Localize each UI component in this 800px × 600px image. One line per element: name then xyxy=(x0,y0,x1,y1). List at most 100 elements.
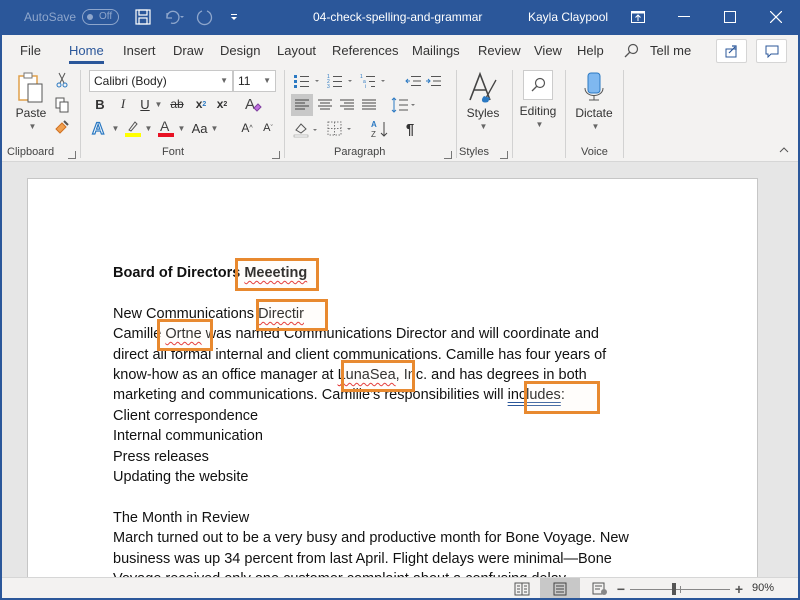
italic-button[interactable]: I xyxy=(116,96,130,112)
grow-font-button[interactable]: A ^ xyxy=(239,120,255,136)
autosave-toggle[interactable]: Off xyxy=(82,9,119,25)
tab-home[interactable]: Home xyxy=(69,43,104,64)
tab-layout[interactable]: Layout xyxy=(277,43,316,58)
paragraph-group-label: Paragraph xyxy=(334,146,386,158)
bold-button[interactable]: B xyxy=(93,96,107,112)
tab-view[interactable]: View xyxy=(534,43,562,58)
increase-indent-button[interactable] xyxy=(424,72,442,90)
status-bar: − + 90% xyxy=(0,577,800,600)
highlight-box-meeeting xyxy=(235,258,319,291)
styles-icon[interactable] xyxy=(466,70,500,106)
print-layout-icon[interactable] xyxy=(540,578,580,600)
close-icon[interactable] xyxy=(768,8,784,26)
font-launcher-icon[interactable] xyxy=(272,151,280,159)
undo-icon[interactable] xyxy=(162,8,188,26)
maximize-icon[interactable] xyxy=(722,8,738,26)
ribbon-display-options-icon[interactable] xyxy=(630,8,646,26)
list-item: Internal communication xyxy=(113,428,263,445)
save-icon[interactable] xyxy=(134,8,152,26)
microphone-icon[interactable] xyxy=(580,71,608,105)
user-name[interactable]: Kayla Claypool xyxy=(528,10,608,24)
styles-button[interactable]: Styles xyxy=(462,106,504,120)
collapse-ribbon-icon[interactable] xyxy=(778,144,790,156)
autosave-state: Off xyxy=(99,11,113,22)
shrink-font-button[interactable]: Aˇ xyxy=(260,120,276,136)
find-icon[interactable] xyxy=(523,70,553,100)
sort-button[interactable]: AZ xyxy=(369,118,391,140)
clipboard-launcher-icon[interactable] xyxy=(68,151,76,159)
zoom-slider-thumb[interactable] xyxy=(672,583,676,595)
document-body[interactable]: Board of Directors Meeeting New Communic… xyxy=(113,263,693,577)
tab-review[interactable]: Review xyxy=(478,43,521,58)
tab-mailings[interactable]: Mailings xyxy=(412,43,460,58)
styles-dropdown[interactable]: ▼ xyxy=(476,122,488,131)
window-border-left xyxy=(0,35,2,600)
text-effects-dropdown[interactable]: ▼ xyxy=(109,120,120,136)
editing-button[interactable]: Editing xyxy=(517,104,559,118)
underline-button[interactable]: U xyxy=(138,96,152,112)
share-button[interactable] xyxy=(716,39,747,63)
web-layout-icon[interactable] xyxy=(588,580,612,598)
tab-references[interactable]: References xyxy=(332,43,398,58)
shading-button[interactable] xyxy=(292,118,322,140)
paste-button[interactable]: Paste xyxy=(15,106,47,120)
change-case-button[interactable]: Aa ▼ xyxy=(190,120,220,136)
paragraph-launcher-icon[interactable] xyxy=(444,151,452,159)
line-spacing-button[interactable] xyxy=(390,94,418,116)
highlight-box-includes xyxy=(524,381,600,414)
justify-button[interactable] xyxy=(358,94,380,116)
tab-design[interactable]: Design xyxy=(220,43,260,58)
copy-icon[interactable] xyxy=(54,96,70,114)
redo-icon[interactable] xyxy=(196,8,214,26)
heading-paragraph: Board of Directors Meeeting xyxy=(113,265,308,281)
align-center-button[interactable] xyxy=(314,94,336,116)
highlight-dropdown[interactable]: ▼ xyxy=(142,120,153,136)
align-right-button[interactable] xyxy=(336,94,358,116)
borders-button[interactable] xyxy=(326,118,356,140)
zoom-in-button[interactable]: + xyxy=(732,580,746,598)
show-formatting-marks-button[interactable]: ¶ xyxy=(400,118,420,140)
tab-insert[interactable]: Insert xyxy=(123,43,156,58)
highlight-icon[interactable] xyxy=(124,118,142,138)
dictate-dropdown[interactable]: ▼ xyxy=(588,122,600,131)
zoom-level[interactable]: 90% xyxy=(752,582,774,594)
font-size-select[interactable]: 11 ▼ xyxy=(233,70,276,92)
font-color-dropdown[interactable]: ▼ xyxy=(175,120,186,136)
multilevel-list-button[interactable]: 1ai xyxy=(359,72,389,90)
customize-toolbar-icon[interactable] xyxy=(228,8,240,26)
highlight-box-directir xyxy=(256,299,328,331)
strikethrough-button[interactable]: ab xyxy=(168,96,186,112)
format-painter-icon[interactable] xyxy=(54,118,70,136)
styles-launcher-icon[interactable] xyxy=(500,151,508,159)
clear-formatting-icon[interactable]: A xyxy=(243,94,263,114)
title-bar: AutoSave Off 04-check-spelling-and-gramm… xyxy=(0,0,800,35)
paste-dropdown[interactable]: ▼ xyxy=(25,122,37,131)
cut-icon[interactable] xyxy=(54,71,70,89)
numbering-button[interactable]: 123 xyxy=(326,72,356,90)
underline-dropdown[interactable]: ▼ xyxy=(152,96,163,112)
font-name-select[interactable]: Calibri (Body) ▼ xyxy=(89,70,233,92)
toggle-knob xyxy=(87,14,93,20)
highlight-box-ortne xyxy=(157,319,213,351)
superscript-button[interactable]: x2 xyxy=(215,96,229,112)
font-color-icon[interactable]: A xyxy=(157,118,175,138)
comments-button[interactable] xyxy=(756,39,787,63)
tab-draw[interactable]: Draw xyxy=(173,43,203,58)
read-mode-icon[interactable] xyxy=(510,580,534,598)
tell-me-input[interactable]: Tell me xyxy=(650,43,691,58)
bullets-button[interactable] xyxy=(293,72,323,90)
text-effects-icon[interactable]: A xyxy=(91,118,109,138)
editing-dropdown[interactable]: ▼ xyxy=(532,120,544,129)
paste-icon[interactable] xyxy=(14,72,48,106)
list-item: Client correspondence xyxy=(113,407,259,424)
dictate-button[interactable]: Dictate xyxy=(572,106,616,120)
subscript-button[interactable]: x2 xyxy=(194,96,208,112)
zoom-out-button[interactable]: − xyxy=(614,580,628,598)
align-left-button[interactable] xyxy=(291,94,313,116)
decrease-indent-button[interactable] xyxy=(404,72,422,90)
search-icon[interactable] xyxy=(623,43,639,62)
tab-help[interactable]: Help xyxy=(577,43,604,58)
minimize-icon[interactable] xyxy=(676,8,692,26)
paragraph-line: March turned out to be a very busy and p… xyxy=(113,530,629,547)
tab-file[interactable]: File xyxy=(20,43,41,58)
